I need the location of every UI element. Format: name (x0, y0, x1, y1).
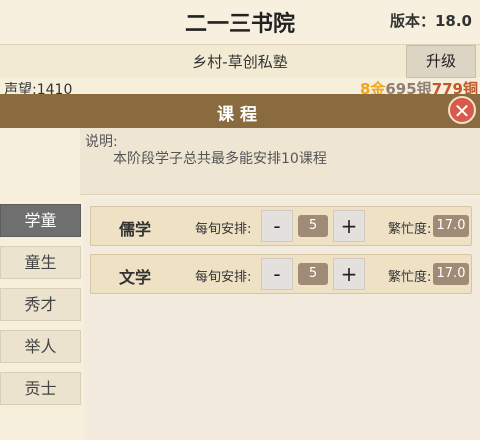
schedule-count: 5 (298, 263, 328, 285)
busy-label: 繁忙度: (388, 270, 432, 285)
version-label: 版本：18.0 (389, 12, 472, 30)
sidebar-item-tongsheng[interactable]: 童生 (0, 246, 81, 279)
course-row: 文学 每旬安排: - 5 + 繁忙度: 17.0 (90, 254, 472, 294)
left-blank-pane (0, 128, 80, 194)
description-box: 说明: 本阶段学子总共最多能安排10课程 (80, 128, 480, 195)
app-header: 二一三书院 版本：18.0 (0, 0, 480, 45)
decrease-button[interactable]: - (261, 210, 293, 242)
busy-value: 17.0 (433, 215, 469, 237)
decrease-button[interactable]: - (261, 258, 293, 290)
modal-title: 课程 (217, 105, 263, 125)
sidebar-item-xiucai[interactable]: 秀才 (0, 288, 81, 321)
course-list: 儒学 每旬安排: - 5 + 繁忙度: 17.0 文学 每旬安排: - 5 + … (84, 198, 480, 440)
schedule-label: 每旬安排: (195, 222, 252, 237)
schedule-label: 每旬安排: (195, 270, 252, 285)
modal-header: 课程 ✕ (0, 94, 480, 130)
schedule-count: 5 (298, 215, 328, 237)
busy-value: 17.0 (433, 263, 469, 285)
sidebar-item-gongshi[interactable]: 贡士 (0, 372, 81, 405)
sidebar-item-xuetong[interactable]: 学童 (0, 204, 81, 237)
busy-label: 繁忙度: (388, 222, 432, 237)
sidebar-item-juren[interactable]: 举人 (0, 330, 81, 363)
description-text: 本阶段学子总共最多能安排10课程 (113, 151, 327, 167)
course-name: 文学 (119, 268, 152, 287)
increase-button[interactable]: + (333, 210, 365, 242)
upgrade-button[interactable]: 升级 (406, 45, 476, 78)
course-name: 儒学 (119, 220, 152, 239)
course-row: 儒学 每旬安排: - 5 + 繁忙度: 17.0 (90, 206, 472, 246)
rank-sidebar: 学童 童生 秀才 举人 贡士 (0, 200, 84, 440)
increase-button[interactable]: + (333, 258, 365, 290)
location-bar: 乡村-草创私塾 升级 (0, 45, 480, 78)
close-icon[interactable]: ✕ (448, 96, 476, 124)
